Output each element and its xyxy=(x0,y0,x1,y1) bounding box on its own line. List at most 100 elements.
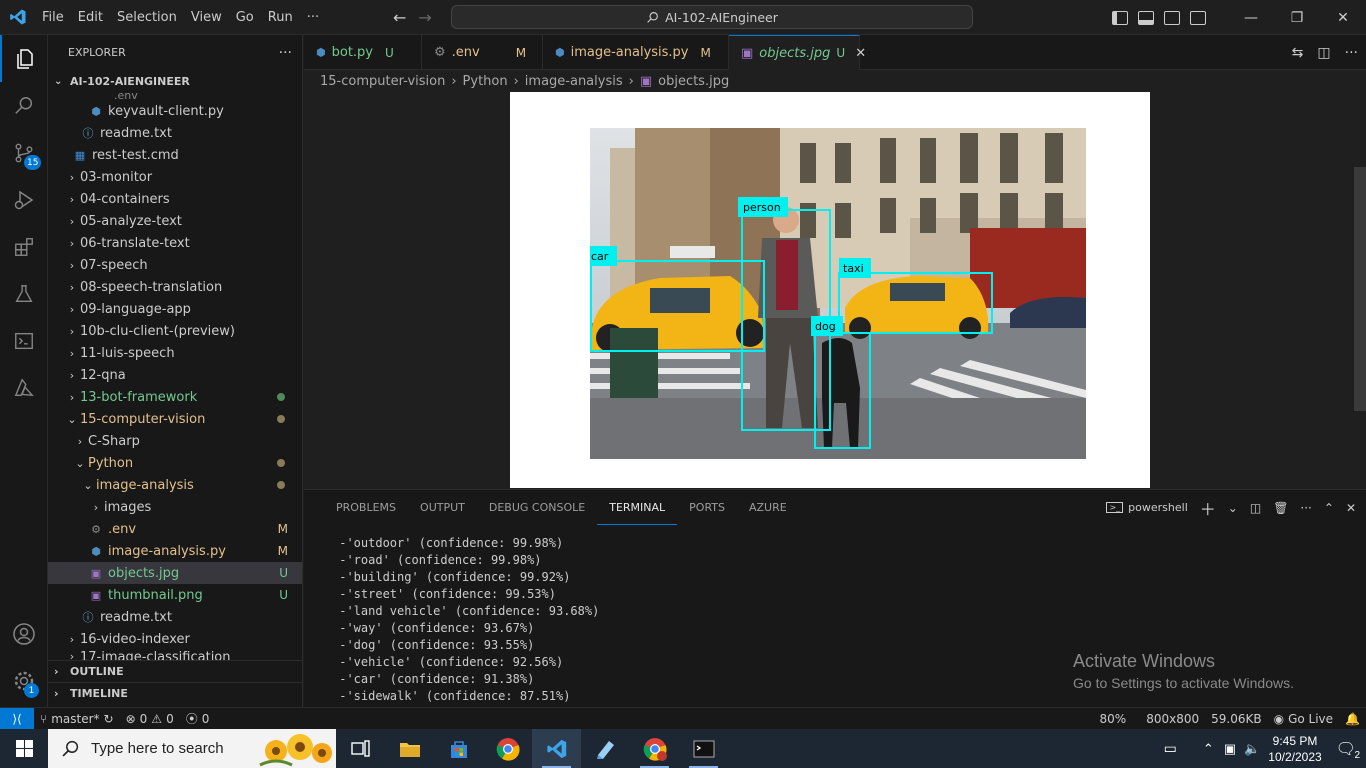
chevron-down-icon[interactable]: ⌄ xyxy=(1228,501,1238,515)
tab-ports[interactable]: PORTS xyxy=(677,490,737,525)
trash-icon[interactable]: 🗑 xyxy=(1273,501,1288,515)
toggle-panel-icon[interactable] xyxy=(1138,10,1154,25)
folder-13-bot-framework[interactable]: › 13-bot-framework xyxy=(48,386,302,408)
timeline-section[interactable]: › TIMELINE xyxy=(48,682,302,704)
tab-objects-jpg[interactable]: ▣ objects.jpg U ✕ xyxy=(729,35,866,70)
azure-icon[interactable] xyxy=(0,364,48,411)
folder-17-image-classification[interactable]: › 17-image-classification xyxy=(48,650,302,660)
file-objects-jpg[interactable]: ▣ objects.jpg U xyxy=(48,562,302,584)
vscode-taskbar-icon[interactable] xyxy=(532,729,581,768)
file-image-analysis-py[interactable]: ⬢ image-analysis.py M xyxy=(48,540,302,562)
editor-scrollbar[interactable] xyxy=(1354,167,1366,411)
menu-go[interactable]: Go xyxy=(229,10,261,25)
run-debug-icon[interactable] xyxy=(0,176,48,223)
testing-flask-icon[interactable] xyxy=(0,270,48,317)
tab-terminal[interactable]: TERMINAL xyxy=(597,490,678,525)
outline-section[interactable]: › OUTLINE xyxy=(48,660,302,682)
close-tab-icon[interactable]: ✕ xyxy=(855,46,866,61)
file-keyvault-client[interactable]: ⬢ keyvault-client.py xyxy=(48,100,302,122)
folder-image-analysis[interactable]: ⌄ image-analysis xyxy=(48,474,302,496)
folder-10b-clu-client[interactable]: › 10b-clu-client-(preview) xyxy=(48,320,302,342)
back-arrow-icon[interactable]: ← xyxy=(393,8,406,27)
close-panel-icon[interactable]: ✕ xyxy=(1346,501,1356,515)
tab-bot-py[interactable]: ⬢ bot.py U xyxy=(304,35,422,70)
clock[interactable]: 9:45 PM 10/2/2023 xyxy=(1268,733,1321,765)
toggle-primary-sidebar-icon[interactable] xyxy=(1112,10,1128,25)
folder-06-translate-text[interactable]: › 06-translate-text xyxy=(48,232,302,254)
menu-edit[interactable]: Edit xyxy=(71,10,110,25)
command-center-search[interactable]: AI-102-AIEngineer xyxy=(451,5,973,29)
tab-output[interactable]: OUTPUT xyxy=(408,490,477,525)
folder-12-qna[interactable]: › 12-qna xyxy=(48,364,302,386)
explorer-more-button[interactable]: ··· xyxy=(279,45,292,61)
file-env[interactable]: ⚙ .env M xyxy=(48,518,302,540)
paint-app-icon[interactable] xyxy=(581,729,630,768)
volume-icon[interactable]: 🔈 xyxy=(1244,741,1260,757)
folder-03-monitor[interactable]: › 03-monitor xyxy=(48,166,302,188)
zoom-level[interactable]: 80% xyxy=(1094,712,1133,726)
extensions-icon[interactable] xyxy=(0,223,48,270)
more-actions-icon[interactable]: ··· xyxy=(1300,501,1311,515)
tab-image-analysis-py[interactable]: ⬢ image-analysis.py M xyxy=(543,35,729,70)
microsoft-store-icon[interactable] xyxy=(434,729,483,768)
close-window-button[interactable]: ✕ xyxy=(1320,0,1366,35)
folder-15-computer-vision[interactable]: ⌄ 15-computer-vision xyxy=(48,408,302,430)
notification-center-icon[interactable]: 🗨 2 xyxy=(1336,739,1360,761)
search-icon[interactable] xyxy=(0,82,48,129)
forward-arrow-icon[interactable]: → xyxy=(418,8,431,27)
tab-problems[interactable]: PROBLEMS xyxy=(324,490,408,525)
folder-09-language-app[interactable]: › 09-language-app xyxy=(48,298,302,320)
tab-env[interactable]: ⚙ .env M xyxy=(422,35,543,70)
breadcrumb-item[interactable]: 15-computer-vision xyxy=(320,74,445,89)
explorer-icon[interactable] xyxy=(0,35,48,82)
notifications-bell-icon[interactable]: 🔔 xyxy=(1339,712,1366,726)
more-actions-icon[interactable]: ··· xyxy=(1345,45,1358,61)
chrome-icon[interactable] xyxy=(483,729,532,768)
keyboard-icon[interactable]: ▭ xyxy=(1164,740,1177,757)
accounts-icon[interactable] xyxy=(0,610,48,657)
customize-layout-icon[interactable] xyxy=(1190,10,1206,25)
minimize-button[interactable]: — xyxy=(1228,0,1274,35)
folder-16-video-indexer[interactable]: › 16-video-indexer xyxy=(48,628,302,650)
file-rest-test[interactable]: ▦ rest-test.cmd xyxy=(48,144,302,166)
network-icon[interactable]: ▣ xyxy=(1224,741,1236,757)
maximize-panel-icon[interactable]: ⌃ xyxy=(1324,501,1334,515)
toggle-secondary-sidebar-icon[interactable] xyxy=(1164,10,1180,25)
remote-indicator-icon[interactable]: ⟩⟨ xyxy=(0,707,34,730)
terminal-icon[interactable] xyxy=(0,317,48,364)
menu-more[interactable]: ··· xyxy=(300,10,326,25)
folder-04-containers[interactable]: › 04-containers xyxy=(48,188,302,210)
git-branch[interactable]: ⑂ master* ↻ xyxy=(34,712,120,726)
chevron-up-icon[interactable]: ⌃ xyxy=(1203,741,1214,757)
windows-start-icon[interactable] xyxy=(0,729,48,768)
menu-file[interactable]: File xyxy=(35,10,71,25)
source-control-icon[interactable]: 15 xyxy=(0,129,48,176)
restore-button[interactable]: ❐ xyxy=(1274,0,1320,35)
task-view-icon[interactable] xyxy=(336,729,385,768)
menu-run[interactable]: Run xyxy=(261,10,300,25)
settings-gear-icon[interactable]: 1 xyxy=(0,657,48,704)
menu-view[interactable]: View xyxy=(184,10,229,25)
breadcrumb-item[interactable]: image-analysis xyxy=(525,74,623,89)
tab-debug-console[interactable]: DEBUG CONSOLE xyxy=(477,490,597,525)
chrome-profile-icon[interactable] xyxy=(630,729,679,768)
tab-azure[interactable]: AZURE xyxy=(737,490,799,525)
folder-05-analyze-text[interactable]: › 05-analyze-text xyxy=(48,210,302,232)
folder-images[interactable]: › images xyxy=(48,496,302,518)
taskbar-search[interactable]: Type here to search xyxy=(48,729,336,768)
go-live-button[interactable]: ◉ Go Live xyxy=(1268,712,1339,726)
split-editor-icon[interactable]: ◫ xyxy=(1317,45,1330,61)
breadcrumb-item[interactable]: Python xyxy=(463,74,508,89)
terminal-app-icon[interactable] xyxy=(679,729,728,768)
file-thumbnail-png[interactable]: ▣ thumbnail.png U xyxy=(48,584,302,606)
problems-indicator[interactable]: ⊗ 0 ⚠ 0 xyxy=(120,712,180,726)
ports-indicator[interactable]: ⦿ 0 xyxy=(180,710,216,727)
sync-icon[interactable]: ↻ xyxy=(104,712,114,726)
workspace-root[interactable]: ⌄ AI-102-AIENGINEER xyxy=(48,70,302,92)
split-terminal-icon[interactable]: ◫ xyxy=(1250,501,1261,515)
file-readme-2[interactable]: ⓘ readme.txt xyxy=(48,606,302,628)
folder-08-speech-translation[interactable]: › 08-speech-translation xyxy=(48,276,302,298)
breadcrumb-item[interactable]: objects.jpg xyxy=(658,74,729,89)
file-explorer-icon[interactable] xyxy=(385,729,434,768)
open-changes-icon[interactable]: ⇆ xyxy=(1292,45,1304,61)
